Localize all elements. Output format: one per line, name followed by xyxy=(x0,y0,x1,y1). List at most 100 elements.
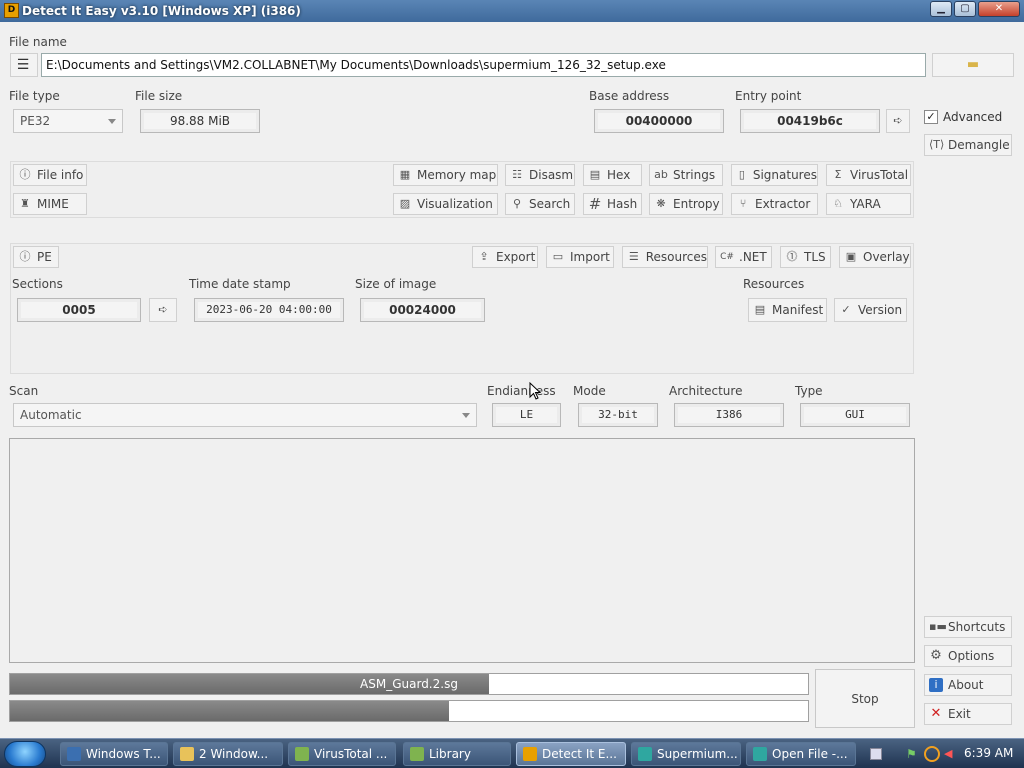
options-label: Options xyxy=(948,649,995,663)
import-label: Import xyxy=(570,250,610,264)
architecture-label: Architecture xyxy=(669,384,743,398)
yara-button[interactable]: ♘ YARA xyxy=(826,193,911,215)
taskbar-item[interactable]: Supermium... xyxy=(631,742,741,766)
taskbar-item-label: Supermium... xyxy=(657,747,738,761)
size-of-image-field: 00024000 xyxy=(360,298,485,322)
tls-button[interactable]: ⓵ TLS xyxy=(780,246,831,268)
info-icon: i xyxy=(929,678,943,692)
resources-button[interactable]: ☰ Resources xyxy=(622,246,708,268)
disasm-button[interactable]: ☷ Disasm xyxy=(505,164,575,186)
dotnet-button[interactable]: C# .NET xyxy=(715,246,772,268)
stop-button[interactable]: Stop xyxy=(815,669,915,728)
menu-button[interactable]: ☰ xyxy=(10,53,38,77)
taskbar-item-label: Windows T... xyxy=(86,747,161,761)
advanced-checkbox[interactable]: ✓ xyxy=(924,110,938,124)
pe-resources-label: Resources xyxy=(743,277,805,291)
manifest-button[interactable]: ▤ Manifest xyxy=(748,298,827,322)
taskbar-item-label: Library xyxy=(429,747,471,761)
hex-button[interactable]: ▤ Hex xyxy=(583,164,642,186)
shortcuts-button[interactable]: ▪▬ Shortcuts xyxy=(924,616,1012,638)
search-icon[interactable] xyxy=(924,746,940,762)
disasm-icon: ☷ xyxy=(512,168,522,181)
hex-label: Hex xyxy=(607,168,631,182)
mouse-cursor-icon xyxy=(529,382,541,400)
tls-icon: ⓵ xyxy=(786,250,798,263)
start-button[interactable] xyxy=(4,741,46,767)
extractor-icon: ⑂ xyxy=(739,197,747,210)
exit-button[interactable]: ✕ Exit xyxy=(924,703,1012,725)
entry-point-field: 00419b6c xyxy=(740,109,880,133)
image-icon: ▨ xyxy=(399,197,411,210)
search-icon: ⚲ xyxy=(512,197,522,210)
file-type-select[interactable]: PE32 xyxy=(13,109,123,133)
visualization-button[interactable]: ▨ Visualization xyxy=(393,193,498,215)
about-label: About xyxy=(948,678,984,692)
manifest-label: Manifest xyxy=(772,303,824,317)
file-size-label: File size xyxy=(135,89,183,103)
virustotal-button[interactable]: Σ VirusTotal xyxy=(826,164,911,186)
extractor-button[interactable]: ⑂ Extractor xyxy=(731,193,818,215)
taskbar-item[interactable]: 2 Window... xyxy=(173,742,283,766)
import-icon: ▭ xyxy=(552,250,564,263)
memory-map-label: Memory map xyxy=(417,168,497,182)
entropy-icon: ❋ xyxy=(656,197,666,210)
mode-label: Mode xyxy=(573,384,606,398)
version-button[interactable]: ✓ Version xyxy=(834,298,907,322)
export-button[interactable]: ⇪ Export xyxy=(472,246,538,268)
entry-point-follow-button[interactable]: ➪ xyxy=(886,109,910,133)
import-button[interactable]: ▭ Import xyxy=(546,246,614,268)
pe-button[interactable]: ⓘ PE xyxy=(13,246,59,268)
search-button[interactable]: ⚲ Search xyxy=(505,193,575,215)
maximize-icon[interactable]: ▢ xyxy=(954,1,976,17)
pe-label: PE xyxy=(37,250,52,264)
taskbar-item-label: 2 Window... xyxy=(199,747,269,761)
taskbar-item[interactable]: Open File -... xyxy=(746,742,856,766)
app-icon xyxy=(295,747,309,761)
main-window: File name ☰ E:\Documents and Settings\VM… xyxy=(0,22,1024,738)
taskbar-item[interactable]: Detect It E... xyxy=(516,742,626,766)
options-button[interactable]: ⚙ Options xyxy=(924,645,1012,667)
base-address-label: Base address xyxy=(589,89,670,103)
network-icon[interactable]: ⚑ xyxy=(906,747,920,761)
taskbar-item-label: Detect It E... xyxy=(542,747,617,761)
signatures-label: Signatures xyxy=(752,168,817,182)
overlay-button[interactable]: ▣ Overlay xyxy=(839,246,911,268)
shortcuts-label: Shortcuts xyxy=(948,620,1006,634)
scan-progress-text: ASM_Guard.2.sg xyxy=(360,677,458,691)
mime-button[interactable]: ♜ MIME xyxy=(13,193,87,215)
endianness-field: LE xyxy=(492,403,561,427)
signatures-button[interactable]: ▯ Signatures xyxy=(731,164,818,186)
timestamp-field: 2023-06-20 04:00:00 xyxy=(194,298,344,322)
arrow-right-icon: ➪ xyxy=(158,303,168,316)
scan-mode-select[interactable]: Automatic xyxy=(13,403,477,427)
export-icon: ⇪ xyxy=(479,250,489,263)
overall-progress-fill xyxy=(10,701,449,721)
entry-point-label: Entry point xyxy=(735,89,802,103)
file-type-value: PE32 xyxy=(20,114,51,128)
mode-field: 32-bit xyxy=(578,403,658,427)
taskbar-item[interactable]: VirusTotal ... xyxy=(288,742,396,766)
file-path-input[interactable]: E:\Documents and Settings\VM2.COLLABNET\… xyxy=(41,53,926,77)
document-icon: ▯ xyxy=(738,168,745,181)
taskbar-item[interactable]: Library xyxy=(403,742,511,766)
about-button[interactable]: i About xyxy=(924,674,1012,696)
keyboard-icon[interactable] xyxy=(870,748,882,760)
entropy-button[interactable]: ❋ Entropy xyxy=(649,193,723,215)
strings-button[interactable]: ab Strings xyxy=(649,164,723,186)
sections-field: 0005 xyxy=(17,298,141,322)
file-info-button[interactable]: ⓘ File info xyxy=(13,164,87,186)
memory-map-button[interactable]: ▦ Memory map xyxy=(393,164,498,186)
hash-button[interactable]: # Hash xyxy=(583,193,642,215)
browse-button[interactable]: ▬ xyxy=(932,53,1014,77)
demangle-button[interactable]: ⟨T⟩ Demangle xyxy=(924,134,1012,156)
clock[interactable]: 6:39 AM xyxy=(964,746,1013,760)
check-circle-icon: ✓ xyxy=(841,303,851,316)
close-icon[interactable]: ✕ xyxy=(978,1,1020,17)
minimize-icon[interactable]: ▁ xyxy=(930,1,952,17)
sections-follow-button[interactable]: ➪ xyxy=(149,298,177,322)
tls-label: TLS xyxy=(804,250,826,264)
scan-results-area[interactable] xyxy=(9,438,915,663)
taskbar-item[interactable]: Windows T... xyxy=(60,742,168,766)
chevron-down-icon xyxy=(108,119,116,124)
speaker-icon[interactable]: ◀ xyxy=(944,747,956,761)
